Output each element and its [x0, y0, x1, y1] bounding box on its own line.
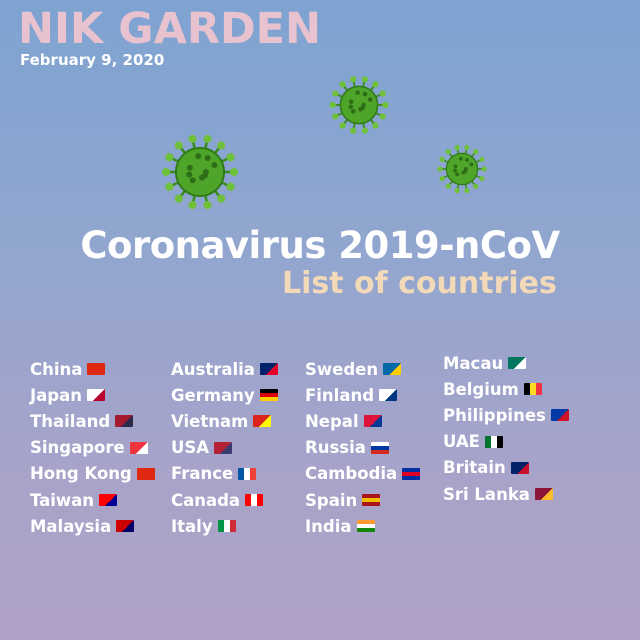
country-item: Sri Lanka	[443, 481, 569, 507]
country-name: Russia	[305, 438, 366, 458]
country-item: Vietnam	[171, 408, 278, 434]
country-item: Sweden	[305, 356, 420, 382]
country-item: Germany	[171, 382, 278, 408]
finland-flag-icon	[379, 389, 398, 402]
china-flag-icon	[87, 363, 106, 376]
country-item: Hong Kong	[30, 461, 155, 487]
country-column-1: China Japan Thailand Singapore Hong Kong Taiw…	[30, 356, 155, 539]
britain-flag-icon	[510, 461, 529, 474]
country-name: China	[30, 359, 83, 379]
brand-title: NIK GARDEN	[18, 4, 322, 54]
cambodia-flag-icon	[402, 467, 421, 480]
country-item: Russia	[305, 435, 420, 461]
country-item: Macau	[443, 350, 569, 376]
country-name: Thailand	[30, 411, 111, 431]
virus-icon	[162, 134, 238, 210]
country-name: Japan	[30, 385, 82, 405]
country-name: Belgium	[443, 379, 519, 399]
country-item: Nepal	[305, 408, 420, 434]
sweden-flag-icon	[383, 363, 402, 376]
country-name: Macau	[443, 353, 504, 373]
nepal-flag-icon	[363, 415, 382, 428]
country-name: India	[305, 516, 352, 536]
country-name: UAE	[443, 432, 480, 452]
virus-icon	[437, 144, 487, 194]
australia-flag-icon	[259, 363, 278, 376]
country-item: China	[30, 356, 155, 382]
country-item: Malaysia	[30, 513, 155, 539]
country-name: Cambodia	[305, 464, 398, 484]
country-name: Canada	[171, 490, 241, 510]
spain-flag-icon	[362, 494, 381, 507]
country-item: Taiwan	[30, 487, 155, 513]
country-name: USA	[171, 438, 210, 458]
country-name: Vietnam	[171, 411, 249, 431]
taiwan-flag-icon	[99, 494, 118, 507]
country-item: Thailand	[30, 408, 155, 434]
uae-flag-icon	[484, 435, 503, 448]
thailand-flag-icon	[115, 415, 134, 428]
malaysia-flag-icon	[116, 520, 135, 533]
country-item: Singapore	[30, 435, 155, 461]
country-name: France	[171, 464, 234, 484]
main-title: Coronavirus 2019-nCoV	[80, 224, 560, 267]
country-item: UAE	[443, 429, 569, 455]
country-item: Spain	[305, 487, 420, 513]
country-item: Britain	[443, 455, 569, 481]
country-item: USA	[171, 435, 278, 461]
country-item: Australia	[171, 356, 278, 382]
country-name: Malaysia	[30, 516, 112, 536]
country-name: Taiwan	[30, 490, 95, 510]
country-item: France	[171, 461, 278, 487]
japan-flag-icon	[86, 389, 105, 402]
sri-lanka-flag-icon	[534, 488, 553, 501]
virus-icon	[329, 76, 389, 134]
country-name: Philippines	[443, 405, 546, 425]
country-item: Canada	[171, 487, 278, 513]
country-name: Australia	[171, 359, 255, 379]
usa-flag-icon	[214, 441, 233, 454]
post-date: February 9, 2020	[20, 51, 165, 69]
vietnam-flag-icon	[253, 415, 272, 428]
singapore-flag-icon	[129, 441, 148, 454]
country-name: Nepal	[305, 411, 359, 431]
country-item: Philippines	[443, 402, 569, 428]
philippines-flag-icon	[550, 409, 569, 422]
country-item: Belgium	[443, 376, 569, 402]
country-item: India	[305, 513, 420, 539]
country-item: Finland	[305, 382, 420, 408]
india-flag-icon	[356, 520, 375, 533]
country-item: Cambodia	[305, 461, 421, 487]
subtitle: List of countries	[282, 266, 557, 301]
country-name: Sweden	[305, 359, 379, 379]
country-name: Germany	[171, 385, 255, 405]
canada-flag-icon	[245, 494, 264, 507]
hong-kong-flag-icon	[136, 467, 155, 480]
france-flag-icon	[238, 467, 257, 480]
russia-flag-icon	[370, 441, 389, 454]
country-name: Britain	[443, 458, 506, 478]
country-name: Sri Lanka	[443, 484, 530, 504]
country-name: Spain	[305, 490, 358, 510]
country-item: Japan	[30, 382, 155, 408]
country-item: Italy	[171, 513, 278, 539]
country-column-2: Australia Germany Vietnam USA France Canada It…	[171, 356, 278, 539]
country-column-3: Sweden Finland Nepal Russia Cambodia Spain Ind…	[305, 356, 421, 539]
country-name: Hong Kong	[30, 464, 132, 484]
country-column-4: Macau Belgium Philippines UAE Britain Sri Lan…	[443, 350, 569, 507]
country-name: Finland	[305, 385, 375, 405]
italy-flag-icon	[217, 520, 236, 533]
belgium-flag-icon	[523, 383, 542, 396]
macau-flag-icon	[508, 357, 527, 370]
germany-flag-icon	[259, 389, 278, 402]
country-name: Singapore	[30, 438, 125, 458]
country-name: Italy	[171, 516, 213, 536]
